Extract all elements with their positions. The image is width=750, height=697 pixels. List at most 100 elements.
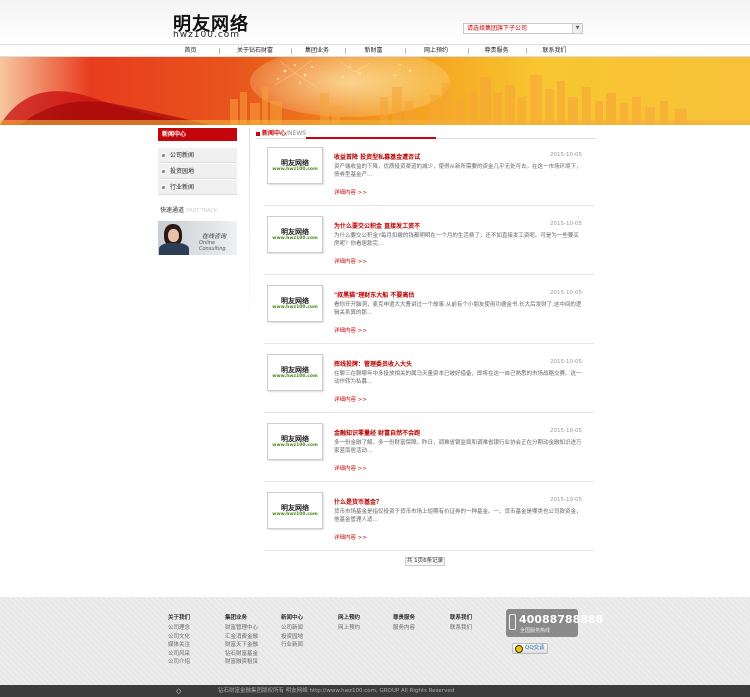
article-date: 2015-10-05 bbox=[550, 497, 582, 503]
sidebar-item-company-news[interactable]: 公司新闻 bbox=[158, 148, 237, 163]
article-thumbnail[interactable]: 明友网络 www.hwz100.com bbox=[267, 216, 323, 253]
nav-item-contact[interactable]: 联系我们 bbox=[527, 45, 582, 56]
sidebar-item-label: 公司新闻 bbox=[170, 152, 195, 159]
article-title[interactable]: 为什么要交公积金 直接发工资不 bbox=[334, 221, 420, 230]
article-summary: 资产端收益的下降，优质投资渠道的减少，使得从新所需要的资金几乎无处可去。在这一市… bbox=[334, 164, 582, 178]
footer-link[interactable]: 公司理念 bbox=[168, 624, 190, 633]
article-thumbnail[interactable]: 明友网络 www.hwz100.com bbox=[267, 492, 323, 529]
footer-link[interactable]: 财富天下金融 bbox=[225, 641, 258, 650]
section-header: 新闻中心/NEWS bbox=[256, 129, 596, 139]
hotline-label: 全国服务热线 bbox=[520, 628, 551, 634]
read-more-link[interactable]: 详细内容 >> bbox=[334, 188, 367, 196]
sidebar-title: 新闻中心 bbox=[158, 128, 237, 141]
qq-penguin-icon bbox=[515, 645, 523, 653]
read-more-link[interactable]: 详细内容 >> bbox=[334, 257, 367, 265]
article-date: 2015-10-05 bbox=[550, 221, 582, 227]
read-more-link[interactable]: 详细内容 >> bbox=[334, 464, 367, 472]
sidebar-item-industry-news[interactable]: 行业新闻 bbox=[158, 180, 237, 195]
footer: 关于我们公司理念 公司文化 媒体关注 公司风采 公司介绍 集团业务财富管理中心 汇金消费金融… bbox=[0, 597, 750, 685]
branch-company-select[interactable]: 请选择集团旗下子公司 ▼ bbox=[463, 23, 583, 34]
article-thumbnail[interactable]: 明友网络 www.hwz100.com bbox=[267, 147, 323, 184]
footer-column: 关于我们公司理念 公司文化 媒体关注 公司风采 公司介绍 bbox=[168, 613, 190, 667]
footer-link[interactable]: 联系我们 bbox=[450, 624, 472, 633]
nav-item-new-wealth[interactable]: 新财富 bbox=[346, 45, 401, 56]
footer-link[interactable]: 服务内容 bbox=[393, 624, 415, 633]
bullet-icon bbox=[162, 170, 165, 173]
read-more-link[interactable]: 详细内容 >> bbox=[334, 395, 367, 403]
footer-link[interactable]: 钻石财富基金 bbox=[225, 650, 258, 659]
read-more-link[interactable]: 详细内容 >> bbox=[334, 533, 367, 541]
nav-item-business[interactable]: 集团业务 bbox=[292, 45, 342, 56]
main-nav: 首页 关于钻石财富 集团业务 新财富 网上预约 尊贵服务 联系我们 bbox=[0, 44, 750, 57]
sidebar-item-label: 行业新闻 bbox=[170, 184, 195, 191]
article-date: 2015-10-05 bbox=[550, 290, 582, 296]
thumb-url: www.hwz100.com bbox=[272, 236, 318, 241]
footer-column: 集团业务财富管理中心 汇金消费金融 财富天下金融 钻石财富基金 财富融资租赁 bbox=[225, 613, 258, 667]
online-consulting-banner[interactable]: 在线咨询 Online Consulting bbox=[158, 221, 237, 255]
footer-link[interactable]: 公司新闻 bbox=[281, 624, 303, 633]
article-item: 明友网络 www.hwz100.com 收益首降 投资型私募基金遭否试 2015-10… bbox=[264, 142, 594, 206]
article-summary: 为什么要交公积金?每月扣缴的钱都明明在一个月的生活费了，还不如直接发工资呢。可是… bbox=[334, 233, 579, 247]
read-more-link[interactable]: 详细内容 >> bbox=[334, 326, 367, 334]
section-title: 新闻中心/NEWS bbox=[256, 129, 306, 138]
article-title[interactable]: 收益首降 投资型私募基金遭否试 bbox=[334, 152, 420, 161]
thumb-url: www.hwz100.com bbox=[272, 512, 318, 517]
footer-link[interactable]: 财富管理中心 bbox=[225, 624, 258, 633]
section-title-en: /NEWS bbox=[286, 130, 307, 137]
consult-label-en: Online Consulting bbox=[199, 240, 226, 252]
article-thumbnail[interactable]: 明友网络 www.hwz100.com bbox=[267, 285, 323, 322]
footer-link[interactable]: 行业新闻 bbox=[281, 641, 303, 650]
article-summary: 在聊三在聊哪年中多投放相关的属马天量资本已被好借备，即将在这一自己熟悉的市场战略… bbox=[334, 371, 582, 385]
top-header: 明友网络 hwz100.com 请选择集团旗下子公司 ▼ bbox=[0, 0, 750, 44]
pagination[interactable]: 共 1页6条记录 bbox=[405, 557, 445, 566]
article-title[interactable]: "叔黑猫"理财东大船 不要高估 bbox=[334, 290, 414, 299]
article-title[interactable]: 金融知识零量经 财富自然不会跑 bbox=[334, 428, 420, 437]
footer-link[interactable]: 投资园地 bbox=[281, 633, 303, 642]
nav-item-vip-service[interactable]: 尊贵服务 bbox=[469, 45, 524, 56]
footer-column: 网上预约 网上预约 bbox=[338, 613, 360, 633]
fast-track-en: FAST TRACK bbox=[187, 208, 218, 214]
nav-item-booking[interactable]: 网上预约 bbox=[406, 45, 466, 56]
article-summary: 货币市场基金是指仅投资于货币市场上短期有价证券的一种基金。一、货币基金是哪类也公… bbox=[334, 509, 582, 523]
nav-item-home[interactable]: 首页 bbox=[163, 45, 218, 56]
chevron-down-icon[interactable]: ▼ bbox=[572, 24, 582, 33]
article-date: 2015-10-05 bbox=[550, 152, 582, 158]
footer-column: 联系我们 联系我们 bbox=[450, 613, 472, 633]
thumb-url: www.hwz100.com bbox=[272, 167, 318, 172]
article-thumbnail[interactable]: 明友网络 www.hwz100.com bbox=[267, 354, 323, 391]
sidebar-item-investment[interactable]: 投资园地 bbox=[158, 164, 237, 179]
footer-column-title: 集团业务 bbox=[225, 615, 248, 621]
article-date: 2015-10-05 bbox=[550, 359, 582, 365]
qq-chat-label: QQ交谈 bbox=[525, 645, 545, 651]
footer-link[interactable]: 媒体关注 bbox=[168, 641, 190, 650]
thumb-url: www.hwz100.com bbox=[272, 374, 318, 379]
footer-column: 尊贵服务 服务内容 bbox=[393, 613, 415, 633]
footer-link[interactable]: 公司文化 bbox=[168, 633, 190, 642]
thumb-url: www.hwz100.com bbox=[272, 305, 318, 310]
footer-link[interactable]: 财富融资租赁 bbox=[225, 658, 258, 667]
hero-banner bbox=[0, 57, 750, 125]
footer-link[interactable]: 汇金消费金融 bbox=[225, 633, 258, 642]
footer-link[interactable]: 公司介绍 bbox=[168, 658, 190, 667]
footer-link[interactable]: 网上预约 bbox=[338, 624, 360, 633]
article-date: 2015-10-05 bbox=[550, 428, 582, 434]
footer-column-title: 联系我们 bbox=[450, 615, 473, 621]
article-title[interactable]: 什么是货币基金？ bbox=[334, 497, 382, 506]
footer-column: 新闻中心 公司新闻 投资园地 行业新闻 bbox=[281, 613, 303, 650]
fast-track-label: 快速通道 bbox=[160, 207, 185, 214]
article-title[interactable]: 挥线投牌：管理委员收入大头 bbox=[334, 359, 412, 368]
sidebar-item-label: 投资园地 bbox=[170, 168, 195, 175]
article-item: 明友网络 www.hwz100.com "叔黑猫"理财东大船 不要高估 2015-10… bbox=[264, 280, 594, 344]
column-divider bbox=[249, 128, 250, 338]
thumb-url: www.hwz100.com bbox=[272, 443, 318, 448]
footer-column-title: 尊贵服务 bbox=[393, 615, 416, 621]
qq-chat-button[interactable]: QQ交谈 bbox=[512, 643, 548, 654]
branch-select-value: 请选择集团旗下子公司 bbox=[467, 25, 528, 32]
copyright-text: 钻石财富金融集团版权所有 明友网络 http://www.hwz100.com,… bbox=[218, 688, 455, 694]
footer-column-title: 关于我们 bbox=[168, 615, 191, 621]
diamond-icon: ◇ bbox=[176, 687, 182, 695]
site-logo-domain: hwz100.com bbox=[173, 31, 241, 37]
article-thumbnail[interactable]: 明友网络 www.hwz100.com bbox=[267, 423, 323, 460]
nav-item-about[interactable]: 关于钻石财富 bbox=[220, 45, 290, 56]
footer-link[interactable]: 公司风采 bbox=[168, 650, 190, 659]
